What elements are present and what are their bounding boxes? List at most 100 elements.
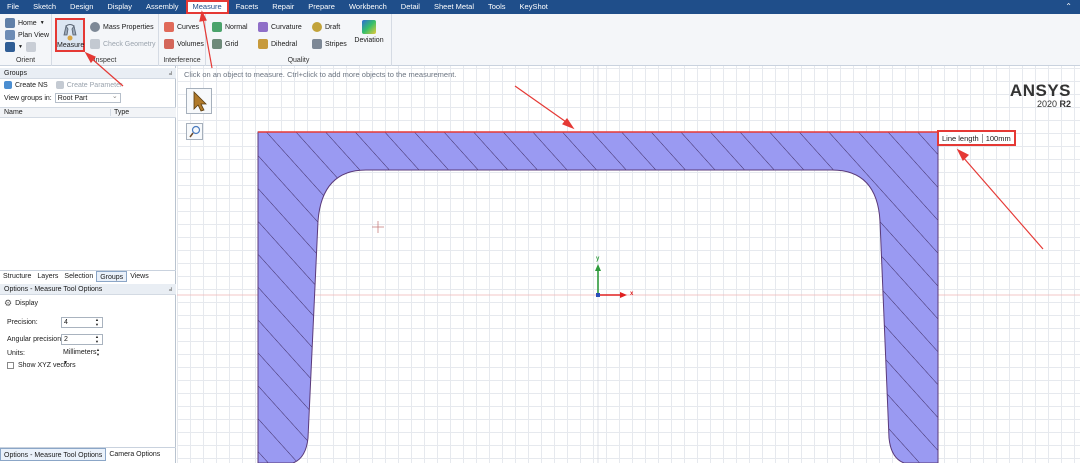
create-ns-button[interactable]: Create NS	[15, 82, 48, 89]
snap-view-icon	[25, 42, 36, 52]
axis-y-label: y	[596, 256, 600, 262]
draft-button[interactable]: Draft	[312, 21, 340, 33]
groups-table-header: Name Type	[0, 107, 176, 118]
angular-precision-row: Angular precision:	[7, 336, 63, 343]
gear-icon: ⚙	[4, 298, 13, 308]
crosshair-marker	[372, 221, 384, 233]
left-panel: Groups ⅎ Create NS Create Parameter View…	[0, 66, 176, 463]
section-drawing	[177, 66, 1080, 463]
view-cube-button[interactable]: ▼	[5, 41, 36, 53]
menu-sketch[interactable]: Sketch	[26, 0, 63, 14]
cube-icon	[5, 42, 15, 52]
menu-keyshot[interactable]: KeyShot	[513, 0, 555, 14]
measurement-label: Line length	[942, 133, 979, 143]
units-select[interactable]: Millimeters ▼	[61, 347, 103, 366]
stripes-button[interactable]: Stripes	[312, 38, 347, 50]
grid-button[interactable]: Grid	[212, 38, 238, 50]
curves-icon	[164, 22, 174, 32]
deviation-label: Deviation	[354, 37, 384, 44]
precision-row: Precision:	[7, 319, 38, 326]
check-geometry-icon	[90, 39, 100, 49]
precision-stepper[interactable]: 4	[61, 317, 103, 328]
groups-panel-title: Groups ⅎ	[0, 68, 176, 79]
show-xyz-checkbox[interactable]	[7, 362, 14, 369]
tab-layers[interactable]: Layers	[34, 271, 61, 282]
deviation-icon	[362, 20, 376, 34]
curvature-button[interactable]: Curvature	[258, 21, 302, 33]
dihedral-icon	[258, 39, 268, 49]
view-groups-select[interactable]: Root Part	[54, 92, 121, 103]
quality-group-label: Quality	[287, 57, 310, 64]
view-groups-row: View groups in: Root Part	[4, 92, 121, 103]
measurement-value: 100mm	[981, 133, 1011, 143]
create-parameter-button[interactable]: Create Parameter	[67, 82, 123, 89]
pin-icon[interactable]: ⅎ	[169, 284, 172, 295]
angular-precision-label: Angular precision:	[7, 336, 64, 343]
show-xyz-row: Show XYZ vectors	[7, 362, 76, 369]
menu-detail[interactable]: Detail	[394, 0, 427, 14]
orient-group: Home ▼ Plan View ▼ Orient	[0, 14, 52, 66]
units-label: Units:	[7, 350, 25, 357]
draft-label: Draft	[325, 23, 341, 31]
options-panel-title: Options - Measure Tool Options ⅎ	[0, 284, 176, 295]
dihedral-label: Dihedral	[271, 40, 298, 48]
inspect-group-label: Inspect	[93, 57, 117, 64]
normal-icon	[212, 22, 222, 32]
pin-icon[interactable]: ⅎ	[169, 68, 172, 79]
tab-selection[interactable]: Selection	[61, 271, 96, 282]
curvature-label: Curvature	[271, 23, 302, 31]
normal-button[interactable]: Normal	[212, 21, 248, 33]
tab-structure[interactable]: Structure	[0, 271, 34, 282]
column-type[interactable]: Type	[110, 109, 129, 116]
panel-tabs: Structure Layers Selection Groups Views	[0, 270, 176, 282]
home-label: Home	[18, 19, 37, 27]
interference-group: Curves Volumes Interference	[159, 14, 206, 66]
grid-icon	[212, 39, 222, 49]
tab-measure-tool-options[interactable]: Options - Measure Tool Options	[0, 448, 107, 461]
menu-tools[interactable]: Tools	[481, 0, 513, 14]
create-ns-icon	[4, 81, 12, 89]
check-geometry-button[interactable]: Check Geometry	[90, 38, 156, 50]
volumes-button[interactable]: Volumes	[164, 38, 204, 50]
menu-bar: File Sketch Design Display Assembly Meas…	[0, 0, 1080, 14]
menu-facets[interactable]: Facets	[229, 0, 266, 14]
menu-sheet-metal[interactable]: Sheet Metal	[427, 0, 481, 14]
menu-assembly[interactable]: Assembly	[139, 0, 186, 14]
menu-prepare[interactable]: Prepare	[301, 0, 342, 14]
mass-properties-button[interactable]: Mass Properties	[90, 21, 154, 33]
curves-button[interactable]: Curves	[164, 21, 199, 33]
display-row: ⚙ Display	[4, 298, 38, 309]
display-label: Display	[15, 300, 39, 307]
angular-precision-stepper[interactable]: 2	[61, 334, 103, 345]
measurement-tag[interactable]: Line length 100mm	[937, 130, 1016, 146]
check-geometry-label: Check Geometry	[103, 40, 156, 48]
menu-file[interactable]: File	[0, 0, 26, 14]
tab-groups[interactable]: Groups	[96, 271, 128, 282]
design-viewport[interactable]: Click on an object to measure. Ctrl+clic…	[177, 66, 1080, 463]
tab-views[interactable]: Views	[127, 271, 152, 282]
column-name[interactable]: Name	[4, 109, 23, 116]
plan-view-button[interactable]: Plan View	[5, 29, 49, 41]
precision-label: Precision:	[7, 319, 38, 326]
create-parameter-icon	[55, 81, 64, 89]
menu-measure[interactable]: Measure	[185, 0, 229, 14]
ribbon: Home ▼ Plan View ▼ Orient Inspect Measur…	[0, 14, 1080, 66]
collapse-ribbon-icon[interactable]: ⌃	[1065, 2, 1072, 11]
chevron-down-icon: ▼	[39, 20, 45, 26]
menu-workbench[interactable]: Workbench	[342, 0, 394, 14]
interference-group-label: Interference	[163, 57, 201, 64]
deviation-button[interactable]: Deviation	[352, 20, 386, 44]
measure-button[interactable]: Measure	[55, 18, 85, 52]
tab-camera-options[interactable]: Camera Options	[106, 448, 163, 461]
orient-group-label: Orient	[15, 57, 36, 64]
home-button[interactable]: Home ▼	[5, 17, 45, 29]
view-groups-label: View groups in:	[4, 94, 52, 102]
menu-display[interactable]: Display	[100, 0, 139, 14]
groups-title-text: Groups	[4, 70, 27, 77]
measure-icon	[63, 24, 77, 41]
mass-properties-label: Mass Properties	[103, 23, 154, 31]
units-row: Units:	[7, 350, 25, 357]
dihedral-button[interactable]: Dihedral	[258, 38, 297, 50]
menu-repair[interactable]: Repair	[265, 0, 301, 14]
menu-design[interactable]: Design	[63, 0, 100, 14]
